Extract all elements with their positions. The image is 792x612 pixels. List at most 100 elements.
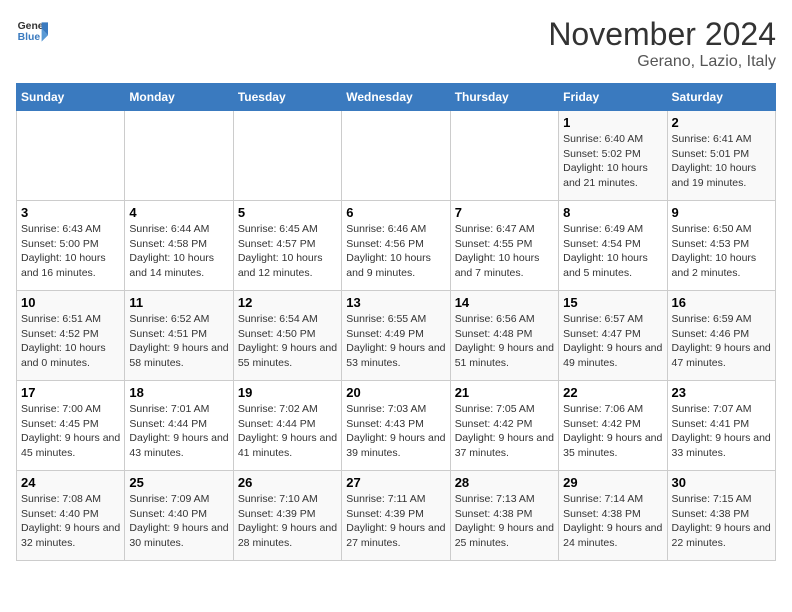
day-info: Sunrise: 7:13 AM Sunset: 4:38 PM Dayligh… [455, 492, 554, 551]
day-info: Sunrise: 6:45 AM Sunset: 4:57 PM Dayligh… [238, 222, 337, 281]
day-info: Sunrise: 6:47 AM Sunset: 4:55 PM Dayligh… [455, 222, 554, 281]
calendar-cell: 1 Sunrise: 6:40 AM Sunset: 5:02 PM Daylig… [559, 111, 667, 201]
calendar-week-5: 24Sunrise: 7:08 AM Sunset: 4:40 PM Dayli… [17, 471, 776, 561]
calendar-cell: 10 Sunrise: 6:51 AM Sunset: 4:52 PM Dayli… [17, 291, 125, 381]
day-info: Sunrise: 6:44 AM Sunset: 4:58 PM Dayligh… [129, 222, 228, 281]
day-number: 17 [21, 385, 120, 400]
logo-icon: General Blue [16, 16, 48, 48]
day-info: Sunrise: 6:52 AM Sunset: 4:51 PM Dayligh… [129, 312, 228, 371]
day-number: 21 [455, 385, 554, 400]
day-info: Sunrise: 7:09 AM Sunset: 4:40 PM Dayligh… [129, 492, 228, 551]
calendar-cell: 24Sunrise: 7:08 AM Sunset: 4:40 PM Dayli… [17, 471, 125, 561]
day-number: 1 [563, 115, 662, 130]
day-number: 29 [563, 475, 662, 490]
day-info: Sunrise: 7:05 AM Sunset: 4:42 PM Dayligh… [455, 402, 554, 461]
day-number: 4 [129, 205, 228, 220]
day-info: Sunrise: 6:57 AM Sunset: 4:47 PM Dayligh… [563, 312, 662, 371]
day-info: Sunrise: 6:40 AM Sunset: 5:02 PM Dayligh… [563, 132, 662, 191]
day-number: 3 [21, 205, 120, 220]
calendar-cell: 7 Sunrise: 6:47 AM Sunset: 4:55 PM Daylig… [450, 201, 558, 291]
calendar-cell: 26 Sunrise: 7:10 AM Sunset: 4:39 PM Dayli… [233, 471, 341, 561]
title-block: November 2024 Gerano, Lazio, Italy [548, 16, 776, 71]
day-number: 27 [346, 475, 445, 490]
calendar-cell: 22Sunrise: 7:06 AM Sunset: 4:42 PM Dayli… [559, 381, 667, 471]
logo: General Blue [16, 16, 48, 48]
day-info: Sunrise: 7:15 AM Sunset: 4:38 PM Dayligh… [672, 492, 771, 551]
day-number: 26 [238, 475, 337, 490]
day-info: Sunrise: 6:55 AM Sunset: 4:49 PM Dayligh… [346, 312, 445, 371]
day-info: Sunrise: 7:00 AM Sunset: 4:45 PM Dayligh… [21, 402, 120, 461]
day-info: Sunrise: 7:08 AM Sunset: 4:40 PM Dayligh… [21, 492, 120, 551]
day-info: Sunrise: 6:56 AM Sunset: 4:48 PM Dayligh… [455, 312, 554, 371]
calendar-cell: 6 Sunrise: 6:46 AM Sunset: 4:56 PM Daylig… [342, 201, 450, 291]
col-header-wednesday: Wednesday [342, 84, 450, 111]
day-info: Sunrise: 7:10 AM Sunset: 4:39 PM Dayligh… [238, 492, 337, 551]
col-header-sunday: Sunday [17, 84, 125, 111]
calendar-cell: 12 Sunrise: 6:54 AM Sunset: 4:50 PM Dayli… [233, 291, 341, 381]
calendar-cell: 9 Sunrise: 6:50 AM Sunset: 4:53 PM Daylig… [667, 201, 775, 291]
calendar-cell: 20 Sunrise: 7:03 AM Sunset: 4:43 PM Dayli… [342, 381, 450, 471]
calendar-cell: 13 Sunrise: 6:55 AM Sunset: 4:49 PM Dayli… [342, 291, 450, 381]
calendar-cell: 8 Sunrise: 6:49 AM Sunset: 4:54 PM Daylig… [559, 201, 667, 291]
calendar-table: SundayMondayTuesdayWednesdayThursdayFrid… [16, 83, 776, 561]
day-info: Sunrise: 7:03 AM Sunset: 4:43 PM Dayligh… [346, 402, 445, 461]
calendar-cell: 18 Sunrise: 7:01 AM Sunset: 4:44 PM Dayli… [125, 381, 233, 471]
calendar-week-3: 10 Sunrise: 6:51 AM Sunset: 4:52 PM Dayli… [17, 291, 776, 381]
day-info: Sunrise: 6:59 AM Sunset: 4:46 PM Dayligh… [672, 312, 771, 371]
day-number: 28 [455, 475, 554, 490]
calendar-cell: 30 Sunrise: 7:15 AM Sunset: 4:38 PM Dayli… [667, 471, 775, 561]
day-number: 15 [563, 295, 662, 310]
day-info: Sunrise: 7:01 AM Sunset: 4:44 PM Dayligh… [129, 402, 228, 461]
day-number: 14 [455, 295, 554, 310]
calendar-cell: 21 Sunrise: 7:05 AM Sunset: 4:42 PM Dayli… [450, 381, 558, 471]
calendar-cell: 15 Sunrise: 6:57 AM Sunset: 4:47 PM Dayli… [559, 291, 667, 381]
day-info: Sunrise: 7:11 AM Sunset: 4:39 PM Dayligh… [346, 492, 445, 551]
day-info: Sunrise: 6:54 AM Sunset: 4:50 PM Dayligh… [238, 312, 337, 371]
day-number: 2 [672, 115, 771, 130]
day-number: 9 [672, 205, 771, 220]
calendar-cell: 23 Sunrise: 7:07 AM Sunset: 4:41 PM Dayli… [667, 381, 775, 471]
day-info: Sunrise: 6:46 AM Sunset: 4:56 PM Dayligh… [346, 222, 445, 281]
day-number: 12 [238, 295, 337, 310]
calendar-cell [125, 111, 233, 201]
col-header-thursday: Thursday [450, 84, 558, 111]
calendar-cell: 17 Sunrise: 7:00 AM Sunset: 4:45 PM Dayli… [17, 381, 125, 471]
day-number: 30 [672, 475, 771, 490]
calendar-cell: 11Sunrise: 6:52 AM Sunset: 4:51 PM Dayli… [125, 291, 233, 381]
day-info: Sunrise: 6:43 AM Sunset: 5:00 PM Dayligh… [21, 222, 120, 281]
calendar-week-1: 1 Sunrise: 6:40 AM Sunset: 5:02 PM Daylig… [17, 111, 776, 201]
calendar-cell: 16 Sunrise: 6:59 AM Sunset: 4:46 PM Dayli… [667, 291, 775, 381]
calendar-week-2: 3 Sunrise: 6:43 AM Sunset: 5:00 PM Daylig… [17, 201, 776, 291]
day-number: 18 [129, 385, 228, 400]
day-info: Sunrise: 7:02 AM Sunset: 4:44 PM Dayligh… [238, 402, 337, 461]
calendar-cell [17, 111, 125, 201]
calendar-cell [233, 111, 341, 201]
calendar-cell: 4 Sunrise: 6:44 AM Sunset: 4:58 PM Daylig… [125, 201, 233, 291]
col-header-monday: Monday [125, 84, 233, 111]
month-title: November 2024 [548, 16, 776, 53]
day-number: 19 [238, 385, 337, 400]
day-number: 5 [238, 205, 337, 220]
calendar-cell: 25 Sunrise: 7:09 AM Sunset: 4:40 PM Dayli… [125, 471, 233, 561]
day-number: 16 [672, 295, 771, 310]
col-header-friday: Friday [559, 84, 667, 111]
day-number: 23 [672, 385, 771, 400]
calendar-cell: 3 Sunrise: 6:43 AM Sunset: 5:00 PM Daylig… [17, 201, 125, 291]
day-info: Sunrise: 7:14 AM Sunset: 4:38 PM Dayligh… [563, 492, 662, 551]
location-title: Gerano, Lazio, Italy [548, 53, 776, 71]
day-info: Sunrise: 6:51 AM Sunset: 4:52 PM Dayligh… [21, 312, 120, 371]
day-number: 25 [129, 475, 228, 490]
calendar-cell: 2 Sunrise: 6:41 AM Sunset: 5:01 PM Daylig… [667, 111, 775, 201]
day-info: Sunrise: 6:41 AM Sunset: 5:01 PM Dayligh… [672, 132, 771, 191]
day-number: 13 [346, 295, 445, 310]
day-number: 20 [346, 385, 445, 400]
day-info: Sunrise: 6:50 AM Sunset: 4:53 PM Dayligh… [672, 222, 771, 281]
day-info: Sunrise: 6:49 AM Sunset: 4:54 PM Dayligh… [563, 222, 662, 281]
calendar-cell [450, 111, 558, 201]
day-number: 8 [563, 205, 662, 220]
day-number: 7 [455, 205, 554, 220]
day-number: 6 [346, 205, 445, 220]
day-info: Sunrise: 7:07 AM Sunset: 4:41 PM Dayligh… [672, 402, 771, 461]
day-number: 10 [21, 295, 120, 310]
calendar-cell: 29 Sunrise: 7:14 AM Sunset: 4:38 PM Dayli… [559, 471, 667, 561]
